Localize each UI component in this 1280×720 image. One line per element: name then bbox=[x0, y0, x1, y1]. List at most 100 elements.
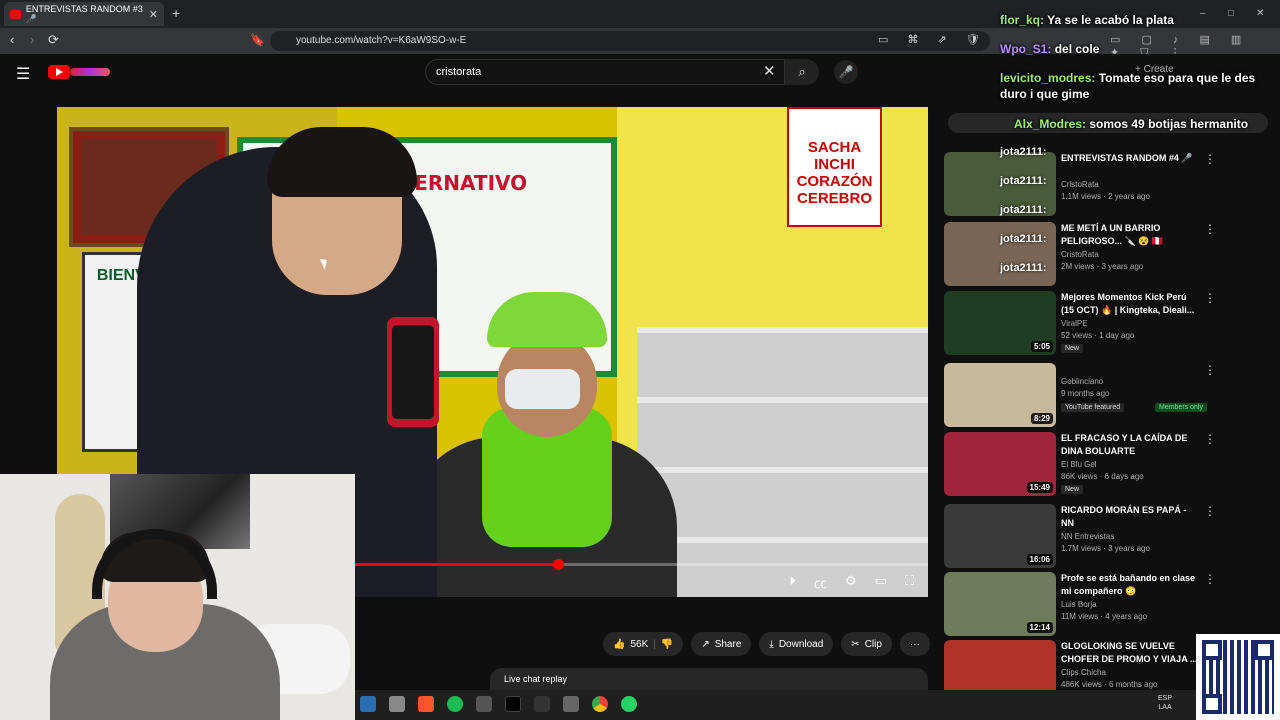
new-tab-button[interactable]: + bbox=[172, 5, 180, 21]
recommendation-thumbnail[interactable]: 15:49 bbox=[944, 432, 1056, 496]
reload-button[interactable]: ⟳ bbox=[48, 32, 59, 48]
like-button[interactable]: 👍 56K | 👎 bbox=[603, 632, 684, 656]
recommendation-channel[interactable]: Goblinciano bbox=[1061, 377, 1103, 386]
extension-icons[interactable]: ▭ ⌘ ⇗ 🛡 bbox=[878, 33, 988, 46]
recommendation-meta: 2M views · 3 years ago bbox=[1061, 262, 1144, 271]
video-phone bbox=[387, 317, 439, 427]
more-options-icon[interactable]: ⋮ bbox=[1204, 291, 1216, 305]
player-controls: ⏵ ㏄ ⚙ ▭ ⛶ bbox=[789, 573, 914, 592]
chat-message: Alx_Modres: somos 49 botijas hermanito bbox=[1014, 116, 1274, 132]
recommendation-meta: 1.7M views · 3 years ago bbox=[1061, 544, 1150, 553]
clear-search-icon[interactable]: ✕ bbox=[763, 62, 776, 80]
share-button[interactable]: ↗ Share bbox=[691, 632, 752, 656]
more-actions-button[interactable]: ··· bbox=[899, 632, 930, 656]
qr-code bbox=[1196, 634, 1280, 720]
recommendation-channel[interactable]: CristoRata bbox=[1061, 180, 1099, 189]
whatsapp-icon[interactable] bbox=[621, 696, 637, 712]
recommendation-badge: New bbox=[1061, 485, 1084, 494]
recommendation-channel[interactable]: Clips Chicha bbox=[1061, 668, 1106, 677]
recommendation-title[interactable]: ENTREVISTAS RANDOM #4 🎤 bbox=[1061, 152, 1201, 165]
video-shelf-products bbox=[637, 327, 928, 597]
search-icon[interactable]: ⌕ bbox=[785, 59, 819, 85]
chat-username: jota2111: bbox=[1000, 146, 1047, 158]
clip-button[interactable]: ✂ Clip bbox=[841, 632, 892, 656]
recommendation-channel[interactable]: Luis Borja bbox=[1061, 600, 1097, 609]
youtube-favicon-icon bbox=[10, 9, 21, 19]
recommendation-channel[interactable]: ViralPE bbox=[1061, 319, 1088, 328]
more-options-icon[interactable]: ⋮ bbox=[1204, 363, 1216, 377]
recommendation-channel[interactable]: NN Entrevistas bbox=[1061, 532, 1114, 541]
microphone-icon[interactable]: 🎤 bbox=[834, 60, 858, 84]
tab-close-icon[interactable]: ✕ bbox=[149, 8, 158, 21]
recommendation-thumbnail[interactable] bbox=[944, 222, 1056, 286]
recommendation-title[interactable]: EL FRACASO Y LA CAÍDA DE DINA BOLUARTE bbox=[1061, 432, 1201, 458]
duration-badge: 16:06 bbox=[1026, 554, 1053, 565]
recommendation-title[interactable]: Mejores Momentos Kick Perú (15 OCT) 🔥 | … bbox=[1061, 291, 1201, 317]
more-options-icon[interactable]: ⋮ bbox=[1204, 152, 1216, 166]
download-icon: ⤓ bbox=[769, 638, 774, 650]
duration-badge: 8:29 bbox=[1030, 413, 1053, 424]
chat-text: del cole bbox=[1054, 42, 1100, 56]
live-chat-replay[interactable]: Live chat replay bbox=[490, 668, 928, 692]
menu-icon[interactable]: ☰ bbox=[16, 64, 30, 84]
youtube-logo[interactable] bbox=[48, 65, 70, 79]
recommendation-title[interactable]: RICARDO MORÁN ES PAPÁ - NN bbox=[1061, 504, 1201, 530]
chat-message: levicito_modres: Tomate eso para que le … bbox=[1000, 70, 1260, 102]
more-options-icon[interactable]: ⋮ bbox=[1204, 222, 1216, 236]
video-interviewer-hair bbox=[267, 127, 417, 197]
tiktok-icon[interactable] bbox=[505, 696, 521, 712]
chat-username: levicito_modres: bbox=[1000, 71, 1096, 85]
recommendation-item[interactable]: ENTREVISTAS RANDOM #4 🎤 CristoRata 1.1M vi… bbox=[944, 150, 1224, 216]
recommendation-item[interactable]: 15:49 EL FRACASO Y LA CAÍDA DE DINA BOLUA… bbox=[944, 430, 1224, 496]
more-options-icon[interactable]: ⋮ bbox=[1204, 504, 1216, 518]
taskbar bbox=[355, 690, 1280, 720]
forward-button[interactable]: › bbox=[30, 32, 34, 47]
recommendation-meta: 9 months ago bbox=[1061, 389, 1110, 398]
recommendation-item[interactable]: 8:29 Goblinciano 9 months ago ⋮ YouTube feat… bbox=[944, 361, 1224, 427]
recommendation-thumbnail[interactable]: 16:06 bbox=[944, 504, 1056, 568]
input-layout-code: LAA bbox=[1158, 704, 1172, 711]
bookmark-icon[interactable]: 🔖 bbox=[250, 33, 265, 47]
settings-gear-icon[interactable]: ⚙ bbox=[845, 573, 857, 592]
recommendation-thumbnail[interactable]: 5:05 bbox=[944, 291, 1056, 355]
fullscreen-icon[interactable]: ⛶ bbox=[905, 573, 914, 592]
back-button[interactable]: ‹ bbox=[10, 32, 14, 47]
recommendation-thumbnail[interactable]: 8:29 bbox=[944, 363, 1056, 427]
subtitles-icon[interactable]: ㏄ bbox=[814, 573, 827, 592]
input-language[interactable]: ESP LAA bbox=[1158, 694, 1172, 712]
recommendation-title[interactable]: GLOGLOKING SE VUELVE CHOFER DE PROMO Y V… bbox=[1061, 640, 1201, 666]
app-icon-2[interactable] bbox=[389, 696, 405, 712]
chat-username: Alx_Modres: bbox=[1014, 117, 1087, 131]
chat-message: flor_kq: Ya se le acabó la plata bbox=[1000, 12, 1260, 28]
thumbs-down-icon[interactable]: 👎 bbox=[661, 639, 673, 650]
more-options-icon[interactable]: ⋮ bbox=[1204, 572, 1216, 586]
progress-scrubber[interactable] bbox=[552, 559, 564, 570]
recommendation-meta: 86K views · 6 days ago bbox=[1061, 472, 1144, 481]
recommendation-channel[interactable]: El Blu Gel bbox=[1061, 460, 1097, 469]
recommendation-title[interactable]: Profe se está bañando en clase mi compañ… bbox=[1061, 572, 1201, 598]
recommendation-thumbnail[interactable]: 12:14 bbox=[944, 572, 1056, 636]
recommendation-channel[interactable]: CristoRata bbox=[1061, 250, 1099, 259]
download-button[interactable]: ⤓ Download bbox=[759, 632, 834, 656]
brave-icon[interactable] bbox=[418, 696, 434, 712]
spotify-icon[interactable] bbox=[447, 696, 463, 712]
theater-mode-icon[interactable]: ▭ bbox=[875, 573, 887, 592]
search-input[interactable]: cristorata bbox=[425, 59, 785, 85]
app-icon-7[interactable] bbox=[534, 696, 550, 712]
recommendation-badge: Members only bbox=[1155, 403, 1207, 412]
app-icon-1[interactable] bbox=[360, 696, 376, 712]
recommendation-item[interactable]: ME METÍ A UN BARRIO PELIGROSO... 🔪 😵 🇵🇪 C… bbox=[944, 220, 1224, 286]
duration-badge: 5:05 bbox=[1030, 341, 1053, 352]
recommendation-item[interactable]: 5:05 Mejores Momentos Kick Perú (15 OCT) … bbox=[944, 289, 1224, 355]
autoplay-toggle-icon[interactable]: ⏵ bbox=[789, 573, 796, 592]
browser-tab[interactable]: ENTREVISTAS RANDOM #3 🎤 ✕ bbox=[4, 2, 164, 26]
webcam-overlay bbox=[0, 474, 355, 720]
app-icon-8[interactable] bbox=[563, 696, 579, 712]
more-options-icon[interactable]: ⋮ bbox=[1204, 432, 1216, 446]
recommendation-title[interactable]: ME METÍ A UN BARRIO PELIGROSO... 🔪 😵 🇵🇪 bbox=[1061, 222, 1201, 248]
duration-badge: 15:49 bbox=[1026, 482, 1053, 493]
recommendation-item[interactable]: 12:14 Profe se está bañando en clase mi c… bbox=[944, 570, 1224, 636]
epic-games-icon[interactable] bbox=[476, 696, 492, 712]
chrome-icon[interactable] bbox=[592, 696, 608, 712]
recommendation-item[interactable]: 16:06 RICARDO MORÁN ES PAPÁ - NN NN Entrev… bbox=[944, 502, 1224, 568]
